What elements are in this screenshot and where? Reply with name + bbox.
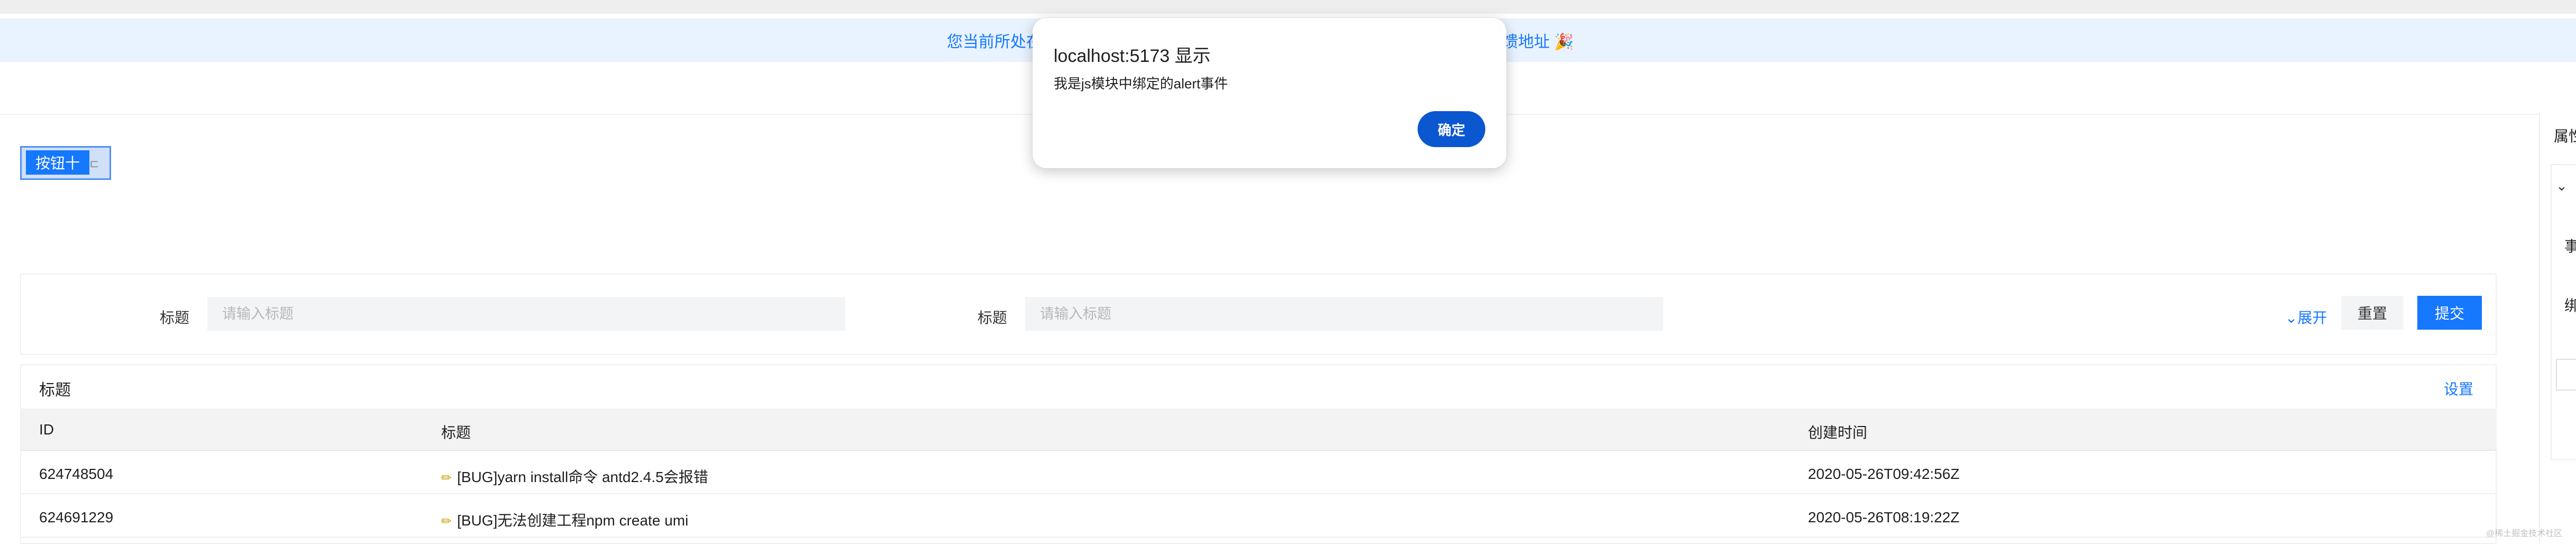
alert-ok-button[interactable]: 确定	[1418, 111, 1485, 147]
alert-dialog-title: localhost:5173 显示	[1054, 46, 1211, 66]
alert-dialog: localhost:5173 显示 我是js模块中绑定的alert事件 确定	[1033, 18, 1506, 168]
alert-dialog-message: 我是js模块中绑定的alert事件	[1054, 76, 1228, 92]
